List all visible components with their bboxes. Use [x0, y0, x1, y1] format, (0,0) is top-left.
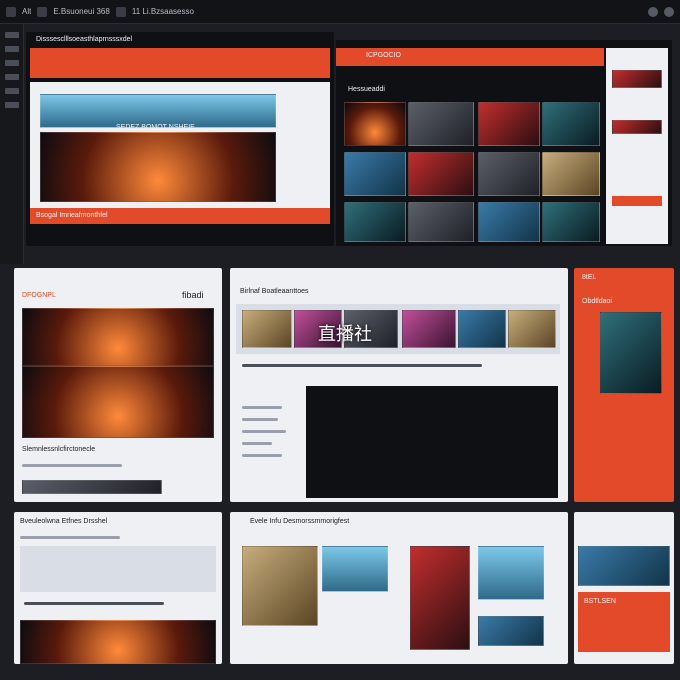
tile-title: Bveuleolwna Etfnes Drsshel	[20, 518, 108, 525]
video-thumb[interactable]	[478, 102, 540, 146]
footer-text: Bsogal Imrieafmonthfel	[36, 212, 108, 219]
video-thumb[interactable]	[408, 102, 474, 146]
hero-image[interactable]	[20, 620, 216, 664]
poster-thumb[interactable]	[478, 546, 544, 600]
video-thumb[interactable]	[408, 202, 474, 242]
back-icon[interactable]	[6, 6, 16, 17]
video-thumb[interactable]	[408, 152, 474, 196]
screenshot-mid-middle: Birlnaf Boatleaanttoes	[230, 268, 568, 502]
thumb-strip[interactable]	[22, 480, 162, 494]
poster-thumb[interactable]	[242, 546, 318, 626]
caption: Slemnlessnlcfirctonecle	[22, 446, 96, 453]
tile-title: Evele Infu Desmorssmmorigfest	[250, 518, 350, 525]
hero-image	[40, 132, 276, 202]
tab-1[interactable]: Alt	[22, 7, 31, 16]
poster-thumb[interactable]	[322, 546, 388, 592]
hero-image	[22, 308, 214, 366]
video-thumb[interactable]	[542, 152, 600, 196]
screenshot-bottom-middle: Evele Infu Desmorssmmorigfest	[230, 512, 568, 664]
video-thumb[interactable]	[344, 152, 406, 196]
sidebar-item[interactable]	[5, 60, 19, 66]
tile-title: BSTLSEN	[584, 598, 616, 605]
gallery-thumb[interactable]	[242, 310, 292, 348]
tile-title: fibadi	[182, 290, 204, 300]
tile-title: 8tEL	[582, 274, 597, 281]
screenshot-bottom-right: BSTLSEN	[574, 512, 674, 664]
poster-thumb[interactable]	[478, 616, 544, 646]
sidebar-item[interactable]	[5, 74, 19, 80]
video-thumb[interactable]	[478, 202, 540, 242]
sidebar-thumb[interactable]	[612, 70, 662, 88]
site-label: DFOGNPL	[22, 292, 56, 299]
toolbar-icons	[648, 6, 674, 17]
gallery-thumb[interactable]	[402, 310, 456, 348]
tab-icon	[37, 6, 48, 17]
poster-thumb[interactable]	[410, 546, 470, 650]
video-thumb[interactable]	[478, 152, 540, 196]
settings-icon[interactable]	[648, 6, 658, 17]
profile-icon[interactable]	[664, 6, 674, 17]
banner-title: SEDEZ BOMOT NSHEIE	[116, 124, 195, 131]
sidebar-thumb[interactable]	[612, 120, 662, 134]
hero-banner	[40, 94, 276, 128]
sidebar-item[interactable]	[5, 102, 19, 108]
video-thumb[interactable]	[542, 202, 600, 242]
preview-image[interactable]	[578, 546, 670, 586]
screenshot-top-left: Disssesclllsoeasthlaprnsssxdel SEDEZ BOM…	[26, 32, 334, 246]
section-label: Hessueaddi	[348, 86, 385, 93]
hero-image-2	[22, 366, 214, 438]
video-thumb[interactable]	[542, 102, 600, 146]
gallery-thumb[interactable]	[458, 310, 506, 348]
sidebar-item[interactable]	[5, 88, 19, 94]
sidebar-item[interactable]	[5, 46, 19, 52]
screenshot-mid-left: DFOGNPL fibadi Slemnlessnlcfirctonecle	[14, 268, 222, 502]
video-thumb[interactable]	[344, 102, 406, 146]
gallery-thumb[interactable]	[508, 310, 556, 348]
video-thumb[interactable]	[344, 202, 406, 242]
center-overlay-text: 直播社	[318, 324, 372, 345]
tile-header: ICPGOCIO	[366, 52, 402, 59]
video-player[interactable]	[306, 386, 558, 498]
tile-title: Birlnaf Boatleaanttoes	[240, 288, 309, 295]
tab-2[interactable]: E.Bsuoneui 368	[53, 7, 110, 16]
screenshot-mid-right: 8tEL Obdtldaoi	[574, 268, 674, 502]
sidebar-item[interactable]	[5, 32, 19, 38]
tab-3[interactable]: 11 Li.Bzsaasesso	[132, 7, 194, 16]
screenshot-top-right: ICPGOCIO Hessueaddi	[336, 40, 672, 246]
preview-image[interactable]	[600, 312, 662, 394]
browser-topbar: Alt E.Bsuoneui 368 11 Li.Bzsaasesso	[0, 0, 680, 24]
tile-sub: Obdtldaoi	[582, 298, 612, 305]
left-sidebar	[0, 24, 24, 264]
tab-icon	[115, 6, 126, 17]
screenshot-bottom-left: Bveuleolwna Etfnes Drsshel	[14, 512, 222, 664]
tile-header: Disssesclllsoeasthlaprnsssxdel	[36, 36, 133, 43]
